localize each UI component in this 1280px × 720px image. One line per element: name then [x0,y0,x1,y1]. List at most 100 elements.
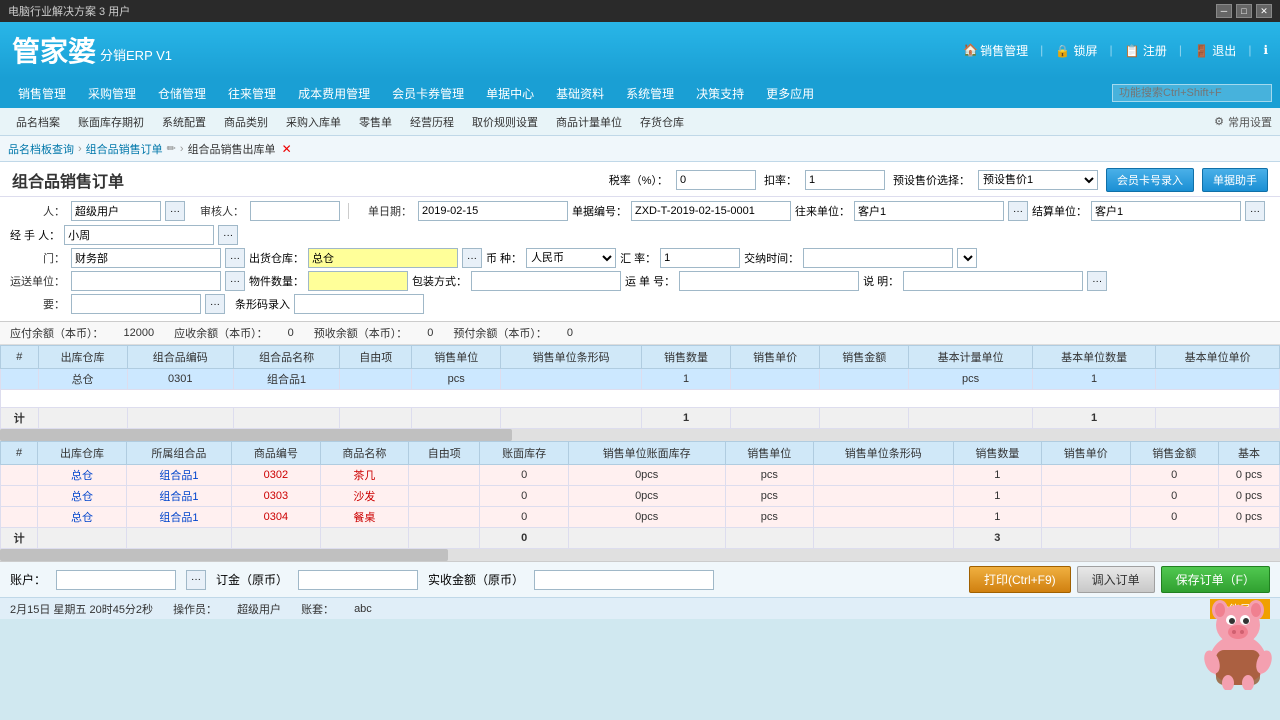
home-nav[interactable]: 🏠 销售管理 [963,42,1028,59]
nav-basic[interactable]: 基础资料 [546,81,614,106]
nav-system[interactable]: 系统管理 [616,81,684,106]
presale-label: 预设售价选择： [893,172,970,188]
subnav-purchase-in[interactable]: 采购入库单 [278,111,349,133]
discount-input[interactable] [805,170,885,190]
nav-purchase[interactable]: 采购管理 [78,81,146,106]
breadcrumb-close-icon[interactable]: ✕ [282,142,292,156]
date-input[interactable] [418,201,568,221]
shipno-input[interactable] [679,271,859,291]
sub-nav: 品名档案 账面库存期初 系统配置 商品类别 采购入库单 零售单 经营历程 取价规… [0,108,1280,136]
target-dots-button[interactable]: ··· [1008,201,1028,221]
person-dots-button[interactable]: ··· [165,201,185,221]
exrate-input[interactable] [660,248,740,268]
warehouse-input[interactable] [308,248,458,268]
account-input[interactable] [56,570,176,590]
tradetime-select[interactable] [957,248,977,268]
logo-main: 管家婆 [12,30,96,70]
breadcrumb-item-1[interactable]: 品名档板查询 [8,141,74,157]
main-table-header: # 出库仓库 组合品编码 组合品名称 自由项 销售单位 销售单位条形码 销售数量… [1,346,1280,369]
pieces-label: 物件数量： [249,273,304,289]
col-sell-barcode: 销售单位条形码 [501,346,642,369]
dept-input[interactable] [71,248,221,268]
deliver-label: 运送单位： [10,273,65,289]
status-bar: 2月15日 星期五 20时45分2秒 操作员： 超级用户 账套： abc 功能导… [0,597,1280,619]
main-table-scrollbar[interactable] [0,429,1280,441]
member-card-button[interactable]: 会员卡号录入 [1106,168,1194,192]
print-button[interactable]: 打印(Ctrl+F9) [969,566,1071,593]
breadcrumb-item-3: 组合品销售出库单 [188,141,276,157]
subnav-account-init[interactable]: 账面库存期初 [70,111,152,133]
pieces-input[interactable] [308,271,408,291]
remark-input[interactable] [903,271,1083,291]
page-title: 组合品销售订单 [12,168,124,192]
function-search-input[interactable] [1112,84,1272,102]
eam-nav[interactable]: ℹ [1263,43,1268,57]
doc-assistant-button[interactable]: 单据助手 [1202,168,1268,192]
sub-table-row[interactable]: 总仓 组合品1 0303 沙发 0 0pcs pcs 1 0 0 pcs [1,486,1280,507]
note-input[interactable] [71,294,201,314]
presale-select[interactable]: 预设售价1 [978,170,1098,190]
person-input[interactable] [71,201,161,221]
handler-input[interactable] [64,225,214,245]
mascot-area: 猪小妹 [1198,580,1278,690]
subnav-uom[interactable]: 商品计量单位 [548,111,630,133]
nav-sales[interactable]: 销售管理 [8,81,76,106]
docno-input[interactable] [631,201,791,221]
settle-input[interactable] [1091,201,1241,221]
nav-transactions[interactable]: 往来管理 [218,81,286,106]
close-button[interactable]: ✕ [1256,4,1272,18]
handler-dots-button[interactable]: ··· [218,225,238,245]
status-operator: 超级用户 [237,601,281,617]
order-input[interactable] [298,570,418,590]
barcode-input[interactable] [294,294,424,314]
subnav-price-rules[interactable]: 取价规则设置 [464,111,546,133]
account-dots-button[interactable]: ··· [186,570,206,590]
nav-member[interactable]: 会员卡券管理 [382,81,474,106]
deliver-dots-button[interactable]: ··· [225,271,245,291]
settings-area[interactable]: ⚙ 常用设置 [1214,114,1272,130]
auditor-input[interactable] [250,201,340,221]
col-combo-name: 组合品名称 [233,346,339,369]
precollect-local-label: 预收余额（本币）： [314,325,408,341]
target-label: 往来单位： [795,203,850,219]
subnav-product-file[interactable]: 品名档案 [8,111,68,133]
nav-warehouse[interactable]: 仓储管理 [148,81,216,106]
sub-table-row[interactable]: 总仓 组合品1 0302 茶几 0 0pcs pcs 1 0 0 pcs [1,465,1280,486]
actual-input[interactable] [534,570,714,590]
deliver-input[interactable] [71,271,221,291]
warehouse-dots-button[interactable]: ··· [462,248,482,268]
register-nav[interactable]: 📋 注册 [1125,42,1167,59]
nav-decision[interactable]: 决策支持 [686,81,754,106]
subnav-retail[interactable]: 零售单 [351,111,400,133]
subnav-warehouse[interactable]: 存货仓库 [632,111,692,133]
breadcrumb-item-2[interactable]: 组合品销售订单 [86,141,163,157]
title-text: 电脑行业解决方案 3 用户 [8,3,130,19]
tradetime-input[interactable] [803,248,953,268]
status-account: abc [354,603,372,615]
lock-nav[interactable]: 🔒 锁屏 [1055,42,1097,59]
status-account-label: 账套： [301,601,334,617]
subnav-config[interactable]: 系统配置 [154,111,214,133]
minimize-button[interactable]: ─ [1216,4,1232,18]
col-combo-code: 组合品编码 [127,346,233,369]
sub-table-scrollbar[interactable] [0,549,1280,561]
taxrate-input[interactable] [676,170,756,190]
import-order-button[interactable]: 调入订单 [1077,566,1155,593]
target-input[interactable] [854,201,1004,221]
date-label: 单日期： [357,203,412,219]
note-dots-button[interactable]: ··· [205,294,225,314]
exit-nav[interactable]: 🚪 退出 [1194,42,1236,59]
settle-dots-button[interactable]: ··· [1245,201,1265,221]
subnav-category[interactable]: 商品类别 [216,111,276,133]
subnav-history[interactable]: 经营历程 [402,111,462,133]
sub-table-row[interactable]: 总仓 组合品1 0304 餐桌 0 0pcs pcs 1 0 0 pcs [1,507,1280,528]
maximize-button[interactable]: □ [1236,4,1252,18]
nav-cost[interactable]: 成本费用管理 [288,81,380,106]
main-table-row[interactable]: 总仓 0301 组合品1 pcs 1 pcs 1 [1,369,1280,390]
remark-dots-button[interactable]: ··· [1087,271,1107,291]
package-input[interactable] [471,271,621,291]
nav-more[interactable]: 更多应用 [756,81,824,106]
dept-dots-button[interactable]: ··· [225,248,245,268]
nav-docs[interactable]: 单据中心 [476,81,544,106]
currency-select[interactable]: 人民币 [526,248,616,268]
